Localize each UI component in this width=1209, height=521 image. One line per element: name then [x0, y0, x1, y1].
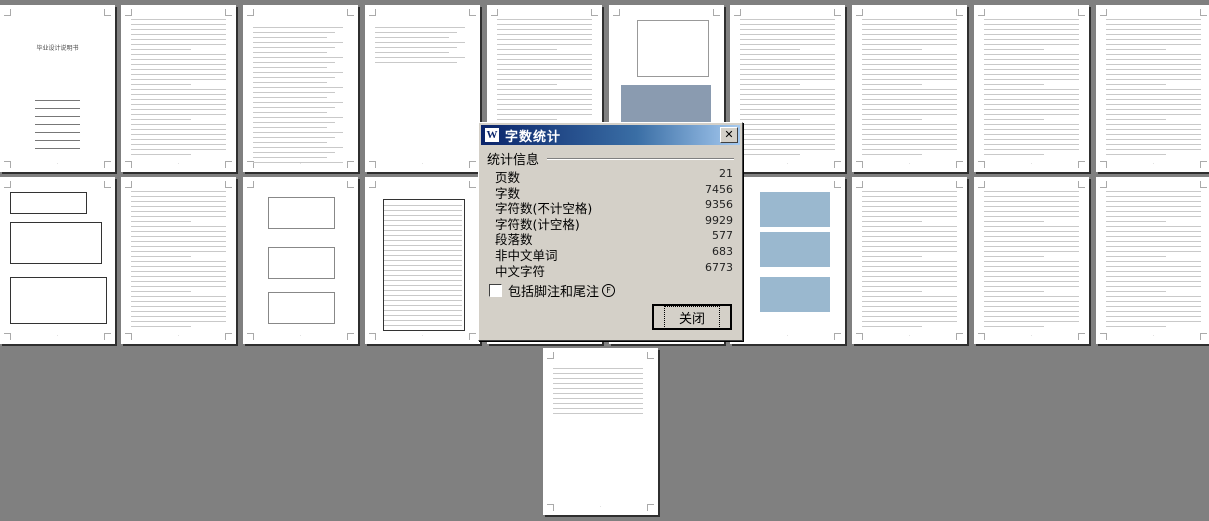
stat-value: 577	[712, 229, 733, 243]
group-divider	[547, 158, 734, 160]
stat-value: 7456	[705, 182, 733, 196]
page-thumbnail[interactable]: ·	[365, 177, 480, 344]
page-thumbnail[interactable]: ·	[852, 5, 967, 172]
page-thumbnail[interactable]: ·	[121, 5, 236, 172]
stat-value: 9356	[705, 198, 733, 212]
word-app-icon: W	[485, 128, 499, 142]
page-thumbnail[interactable]: ·	[243, 177, 358, 344]
dialog-title: 字数统计	[505, 129, 562, 145]
checkbox-box[interactable]	[489, 284, 502, 297]
stat-row: 字数 7456	[495, 182, 737, 201]
page-thumbnail[interactable]: ·	[730, 177, 845, 344]
page-thumbnail[interactable]: ·	[243, 5, 358, 172]
page-thumbnail[interactable]: ·	[852, 177, 967, 344]
checkbox-label: 包括脚注和尾注	[508, 285, 600, 300]
statistics-group-label: 统计信息	[487, 153, 540, 168]
close-button-label: 关闭	[663, 305, 720, 329]
cover-title: 毕业设计说明书	[36, 45, 79, 52]
page-thumbnail[interactable]: ·	[543, 348, 658, 515]
page-thumbnail[interactable]: ·	[121, 177, 236, 344]
word-count-dialog: W 字数统计 ✕ 统计信息 页数 21 字数 7456 字符数(不计空格) 9356 字符数…	[478, 122, 743, 341]
stat-value: 683	[712, 245, 733, 258]
page-thumbnail[interactable]: ·	[365, 5, 480, 172]
stat-row: 非中文单词 683	[495, 245, 737, 263]
page-thumbnail[interactable]: ·	[1096, 5, 1209, 172]
checkbox-hotkey: F	[602, 284, 616, 297]
close-icon[interactable]: ✕	[720, 127, 738, 143]
stat-row: 页数 21	[495, 167, 737, 185]
stat-row: 段落数 577	[495, 229, 737, 247]
page-thumbnail[interactable]: ·	[1096, 177, 1209, 344]
include-footnotes-checkbox[interactable]: 包括脚注和尾注 F	[489, 281, 616, 300]
page-thumbnail[interactable]: ·	[730, 5, 845, 172]
page-thumbnail[interactable]: 毕业设计说明书 ·	[0, 5, 115, 172]
stat-label: 中文字符	[495, 263, 546, 279]
page-thumbnail[interactable]: ·	[974, 177, 1089, 344]
stat-row: 字符数(计空格) 9929	[495, 213, 737, 232]
dialog-title-bar[interactable]: W 字数统计 ✕	[481, 125, 740, 145]
close-button[interactable]: 关闭	[652, 304, 732, 330]
page-thumbnail[interactable]: ·	[0, 177, 115, 344]
stat-value: 6773	[705, 260, 733, 274]
stat-value: 21	[719, 167, 733, 180]
stat-row: 中文字符 6773	[495, 260, 737, 279]
stat-row: 字符数(不计空格) 9356	[495, 198, 737, 216]
page-thumbnail[interactable]: ·	[974, 5, 1089, 172]
stat-value: 9929	[705, 213, 733, 227]
